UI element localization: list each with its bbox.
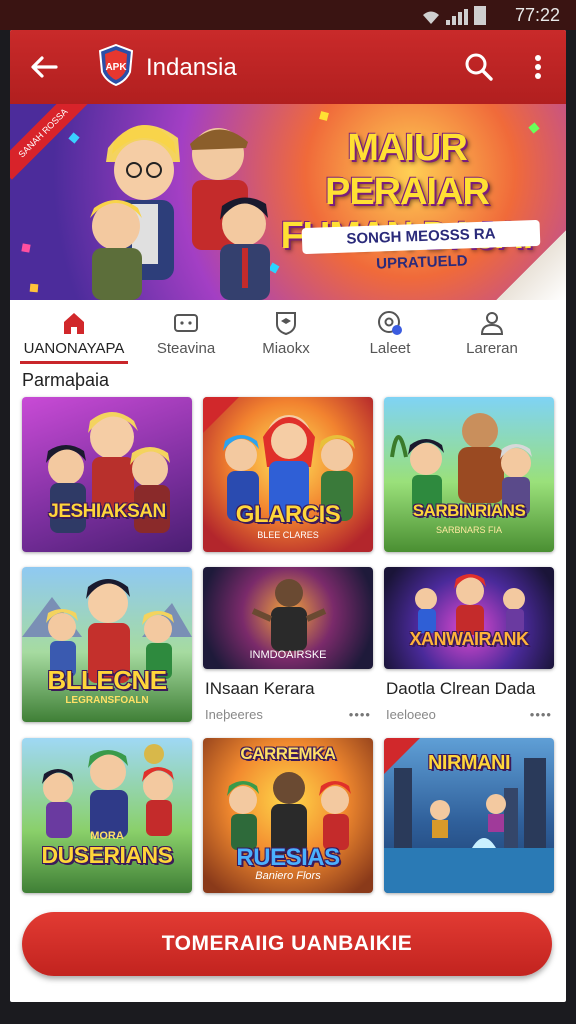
game-art-subtitle: Baniero Flors	[255, 870, 321, 882]
game-art-title: NIRMANI	[427, 752, 511, 774]
tab-label: UANONAYAPA	[23, 340, 125, 357]
game-name: INsaan Kerara	[205, 679, 315, 698]
tab-label: Miaokx	[262, 340, 310, 357]
tab-lareran[interactable]: Lareran	[452, 302, 532, 364]
game-thumbnail[interactable]: INMDOAIRSKE	[203, 567, 373, 669]
game-art-title: RUESIAS	[236, 844, 340, 871]
status-time: 77:22	[514, 5, 560, 25]
game-art-subtitle: LEGRANSFOALN	[65, 695, 149, 706]
app-bar: APK Indansia	[10, 30, 566, 104]
game-thumbnail[interactable]: NIRMANI	[384, 738, 554, 893]
status-bar: 77:22	[0, 0, 576, 30]
search-icon[interactable]	[464, 52, 494, 82]
game-thumbnail[interactable]: JESHIAKSAN	[22, 397, 192, 552]
game-art-subtitle: INMDOAIRSKE	[249, 649, 327, 661]
page-curl-decoration	[496, 230, 566, 300]
tab-miaokx[interactable]: Miaokx	[246, 302, 326, 364]
game-thumbnail[interactable]: CARREMKA RUESIAS Baniero Flors	[203, 738, 373, 893]
discover-icon	[378, 311, 402, 335]
game-thumbnail[interactable]: SARBINRIANS SARBNARS FIA	[384, 397, 554, 552]
game-card[interactable]: BLLECNE LEGRANSFOALN	[22, 567, 192, 722]
more-options-icon[interactable]: ••••	[349, 707, 371, 722]
game-thumbnail[interactable]: MORA DUSERIANS	[22, 738, 192, 893]
game-card[interactable]: INMDOAIRSKE INsaan Kerara Ineþeeres ••••	[203, 567, 373, 729]
battery-icon	[474, 6, 486, 25]
game-art-illustration	[415, 574, 525, 635]
tab-home[interactable]: UANONAYAPA	[20, 302, 128, 364]
game-rating: Ineþeeres	[205, 707, 263, 722]
game-art-title: GLARCIS	[235, 501, 341, 528]
tab-label: Lareran	[466, 340, 518, 357]
game-thumbnail[interactable]: GLARCIS BLEE CLARES	[203, 397, 373, 552]
game-thumbnail[interactable]: XANWAIRANK	[384, 567, 554, 669]
game-card[interactable]: SARBINRIANS SARBNARS FIA	[384, 397, 554, 552]
tab-steavina[interactable]: Steavina	[138, 302, 234, 364]
shield-badge-icon	[276, 312, 296, 336]
svg-text:APK: APK	[105, 62, 127, 73]
game-art-illustration	[46, 412, 170, 533]
wifi-icon	[423, 11, 439, 24]
game-art-subtitle: SARBNARS FIA	[435, 525, 502, 535]
download-button[interactable]: TOMERAIIG UANBAIKIE	[22, 912, 552, 976]
app-window: APK Indansia SANAH ROSSA MAIUR PERAIAR S…	[10, 30, 566, 1002]
game-rating: Ieeloeeo	[386, 707, 436, 722]
game-meta: Ieeloeeo ••••	[384, 705, 554, 729]
person-icon	[480, 312, 504, 335]
category-tabs: UANONAYAPA Steavina Miaokx Laleet Larera…	[10, 302, 566, 364]
promo-banner[interactable]: SANAH ROSSA MAIUR PERAIAR SONGH MEOSSS R…	[10, 104, 566, 300]
game-art-title: SARBINRIANS	[412, 501, 526, 520]
game-art-title: JESHIAKSAN	[48, 501, 166, 522]
game-art-title: BLLECNE	[47, 665, 167, 695]
more-options-icon[interactable]: ••••	[530, 707, 552, 722]
app-title: Indansia	[146, 54, 237, 81]
banner-characters-illustration	[90, 125, 270, 300]
home-icon	[64, 313, 84, 334]
game-art-subtitle: BLEE CLARES	[257, 530, 319, 540]
game-card[interactable]: CARREMKA RUESIAS Baniero Flors	[203, 738, 373, 893]
game-card[interactable]: NIRMANI	[384, 738, 554, 893]
game-meta: Ineþeeres ••••	[203, 705, 373, 729]
banner-headline-line-1: MAIUR PERAIAR	[324, 127, 490, 213]
controller-icon	[174, 314, 198, 332]
active-tab-indicator	[20, 361, 128, 364]
back-arrow-icon[interactable]	[28, 52, 60, 82]
game-name: Daotla Clrean Dada	[386, 679, 536, 698]
app-logo-icon: APK	[98, 44, 134, 86]
game-card[interactable]: XANWAIRANK Daotla Clrean Dada Ieeloeeo •…	[384, 567, 554, 729]
game-art-top-title: CARREMKA	[240, 744, 336, 763]
signal-icon	[446, 9, 468, 25]
game-art-illustration	[42, 744, 174, 838]
game-card[interactable]: GLARCIS BLEE CLARES	[203, 397, 373, 552]
status-icons	[422, 6, 486, 25]
game-art-title: DUSERIANS	[41, 842, 173, 868]
game-card[interactable]: JESHIAKSAN	[22, 397, 192, 552]
tab-laleet[interactable]: Laleet	[350, 302, 430, 364]
tab-label: Laleet	[369, 340, 411, 357]
tab-label: Steavina	[156, 340, 216, 357]
game-card[interactable]: MORA DUSERIANS	[22, 738, 192, 893]
section-title: Parmaþaia	[22, 370, 110, 390]
game-art-subtitle: MORA	[90, 830, 124, 842]
game-art-title: XANWAIRANK	[409, 629, 530, 649]
more-vert-icon[interactable]	[526, 52, 550, 82]
game-thumbnail[interactable]: BLLECNE LEGRANSFOALN	[22, 567, 192, 722]
